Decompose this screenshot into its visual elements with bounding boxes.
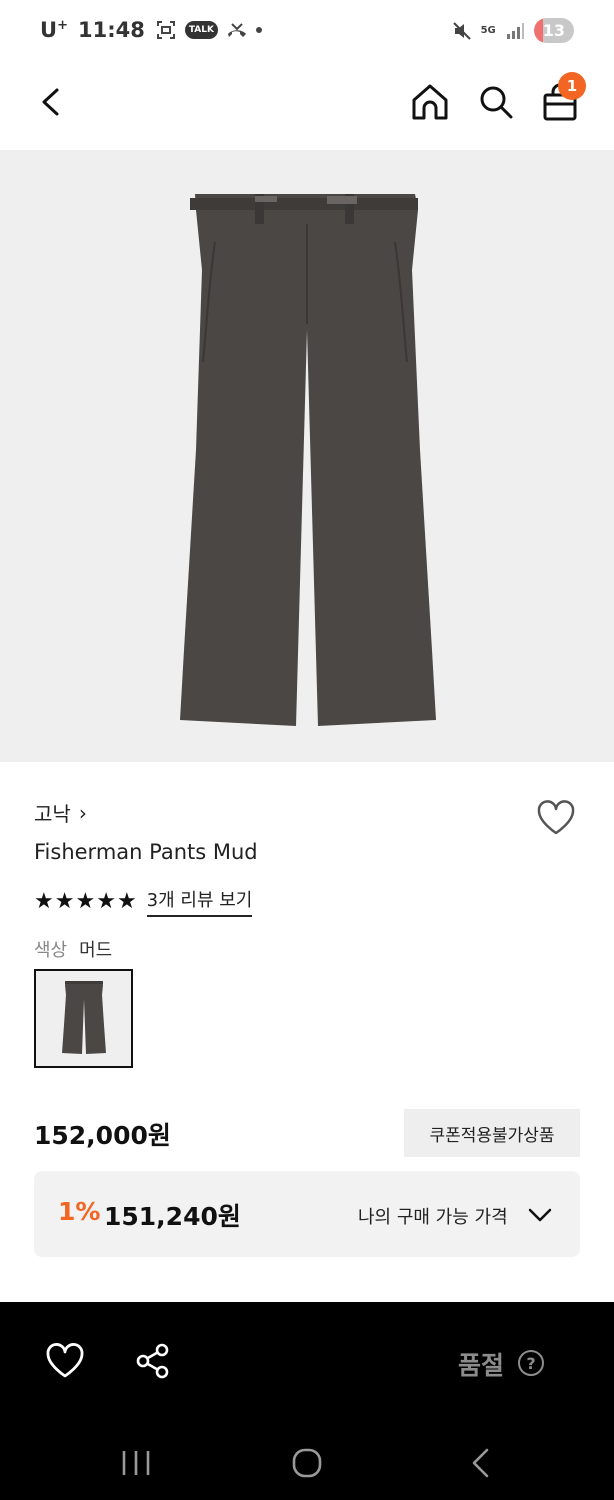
my-price-box[interactable]: 1% 151,240원 나의 구매 가능 가격 bbox=[34, 1171, 580, 1257]
heart-icon bbox=[537, 800, 575, 835]
product-name: Fisherman Pants Mud bbox=[34, 840, 258, 864]
notification-icons: TALK bbox=[155, 19, 262, 41]
screenshot-icon bbox=[155, 19, 177, 41]
star-icon: ★ bbox=[75, 888, 96, 914]
rating-row: ★ ★ ★ ★ ★ 3개 리뷰 보기 bbox=[34, 886, 253, 917]
status-bar: U+ 11:48 TALK 5G 13 bbox=[0, 0, 614, 64]
heart-icon bbox=[46, 1343, 84, 1378]
coupon-notice-badge: 쿠폰적용불가상품 bbox=[404, 1109, 580, 1157]
review-link[interactable]: 3개 리뷰 보기 bbox=[146, 886, 253, 917]
soldout-status: 품절 bbox=[458, 1351, 505, 1380]
search-button[interactable] bbox=[474, 80, 518, 124]
network-5g-icon: 5G bbox=[480, 24, 496, 36]
product-image[interactable] bbox=[0, 150, 614, 762]
carrier-label: U+ bbox=[40, 18, 68, 42]
system-navigation-bar bbox=[0, 1420, 614, 1500]
brand-name: 고낙 bbox=[34, 802, 71, 826]
discount-rate: 1% bbox=[58, 1197, 101, 1226]
bottom-wishlist-button[interactable] bbox=[44, 1340, 86, 1382]
top-navigation: 1 bbox=[0, 64, 614, 150]
system-home-icon[interactable] bbox=[290, 1446, 324, 1480]
battery-indicator: 13 bbox=[533, 18, 574, 43]
chevron-right-icon: › bbox=[78, 800, 87, 825]
swatch-thumbnail bbox=[62, 981, 106, 1054]
search-icon bbox=[480, 86, 513, 119]
share-icon bbox=[136, 1343, 169, 1379]
system-back-icon[interactable] bbox=[466, 1446, 494, 1480]
status-left: U+ 11:48 TALK bbox=[40, 18, 262, 42]
brand-link[interactable]: 고낙 › bbox=[34, 798, 87, 827]
share-button[interactable] bbox=[134, 1342, 172, 1380]
star-icon: ★ bbox=[54, 888, 75, 914]
color-value: 머드 bbox=[79, 940, 113, 961]
star-icon: ★ bbox=[34, 888, 54, 914]
mute-icon bbox=[451, 20, 473, 42]
product-price: 152,000원 bbox=[34, 1121, 171, 1150]
home-icon bbox=[412, 84, 448, 120]
home-button[interactable] bbox=[408, 80, 452, 124]
missed-call-icon bbox=[226, 19, 248, 41]
more-notifications-dot bbox=[255, 27, 262, 33]
back-button[interactable] bbox=[32, 82, 72, 122]
status-time: 11:48 bbox=[77, 18, 145, 42]
color-label: 색상 bbox=[34, 940, 68, 961]
status-right: 5G 13 bbox=[451, 18, 574, 43]
recent-apps-icon[interactable] bbox=[118, 1448, 154, 1478]
chevron-left-icon bbox=[42, 88, 59, 116]
color-swatch[interactable] bbox=[34, 969, 133, 1068]
my-price: 151,240원 bbox=[104, 1202, 241, 1231]
star-icon: ★ bbox=[116, 888, 137, 914]
color-row: 색상 머드 bbox=[34, 936, 112, 962]
rating-stars: ★ ★ ★ ★ ★ bbox=[34, 888, 137, 914]
pants-image bbox=[180, 194, 436, 726]
chevron-down-icon[interactable] bbox=[526, 1201, 554, 1229]
star-icon: ★ bbox=[96, 888, 116, 914]
signal-icon bbox=[504, 20, 526, 42]
kakaotalk-icon: TALK bbox=[184, 21, 218, 39]
wishlist-button[interactable] bbox=[534, 796, 578, 840]
cart-count-badge: 1 bbox=[558, 72, 586, 100]
help-icon[interactable]: ? bbox=[518, 1350, 544, 1376]
my-price-label: 나의 구매 가능 가격 bbox=[358, 1207, 508, 1228]
